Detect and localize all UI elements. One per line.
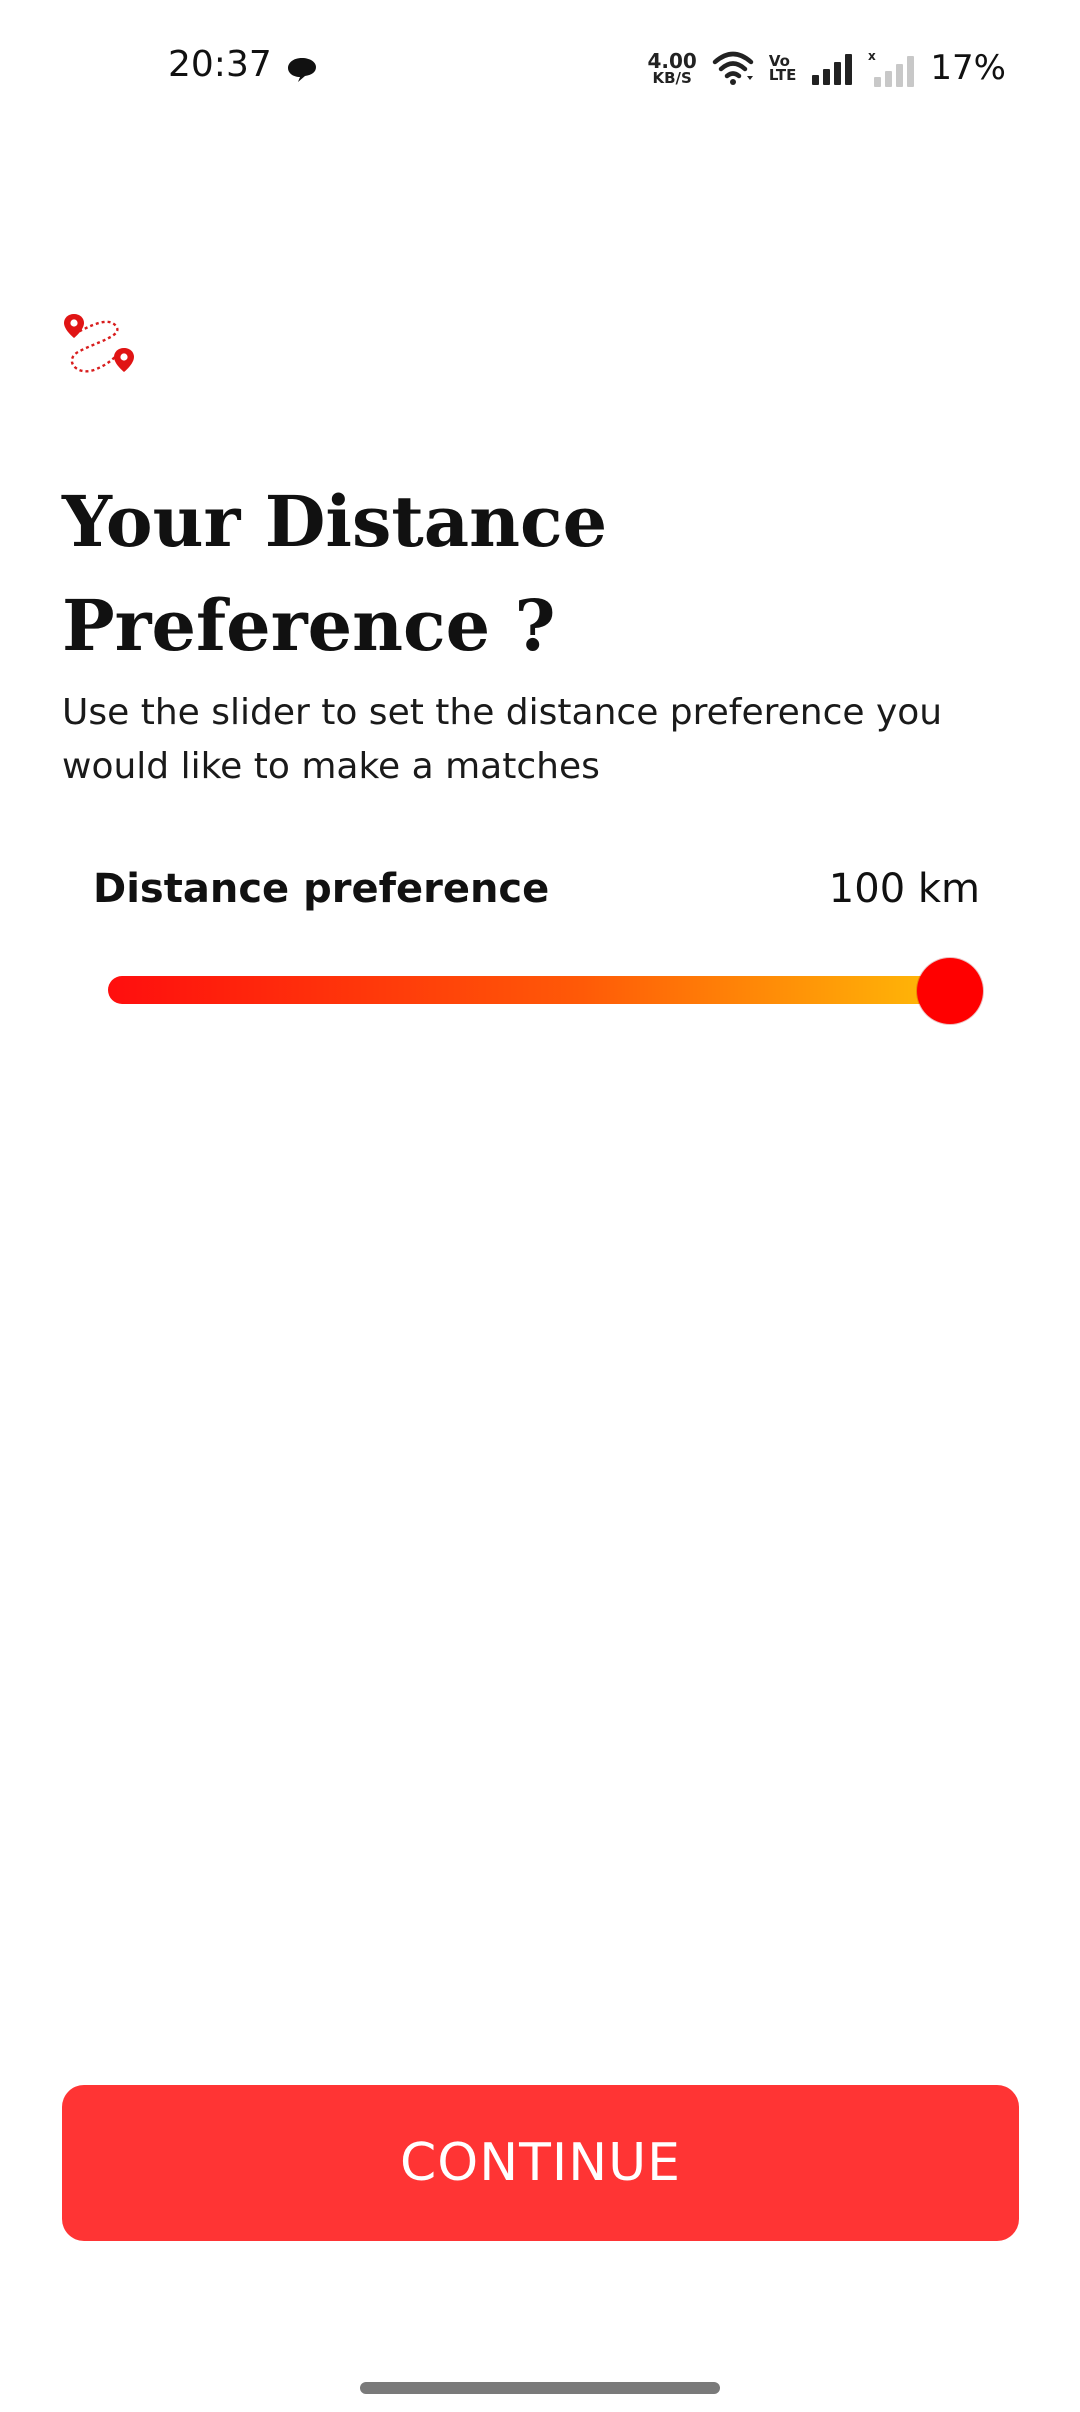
svg-text:x: x bbox=[868, 49, 876, 63]
page-subtitle: Use the slider to set the distance prefe… bbox=[62, 692, 943, 787]
status-icons: 4.00 KB/S Vo LTE x 17% bbox=[648, 44, 1007, 92]
signal-off-icon: x bbox=[868, 49, 915, 87]
distance-slider-thumb[interactable] bbox=[917, 958, 983, 1024]
page-title: Your Distance Preference ? bbox=[62, 480, 608, 667]
route-pin-icon bbox=[64, 314, 134, 373]
continue-button[interactable]: CONTINUE bbox=[62, 2085, 1019, 2241]
network-speed: 4.00 KB/S bbox=[647, 48, 697, 87]
distance-slider-track[interactable] bbox=[108, 976, 970, 1004]
wifi-icon bbox=[712, 51, 754, 85]
battery-level: 17% bbox=[930, 48, 1006, 88]
status-time: 20:37 bbox=[168, 44, 272, 85]
volte-indicator: Vo LTE bbox=[768, 51, 797, 84]
slider-label: Distance preference bbox=[93, 866, 550, 912]
status-bar: 20:37 4.00 KB/S Vo LTE x 17% bbox=[0, 0, 1080, 140]
slider-value: 100 km bbox=[828, 866, 980, 912]
signal-icon bbox=[812, 54, 853, 85]
message-icon bbox=[288, 58, 316, 82]
home-indicator[interactable] bbox=[360, 2382, 720, 2394]
